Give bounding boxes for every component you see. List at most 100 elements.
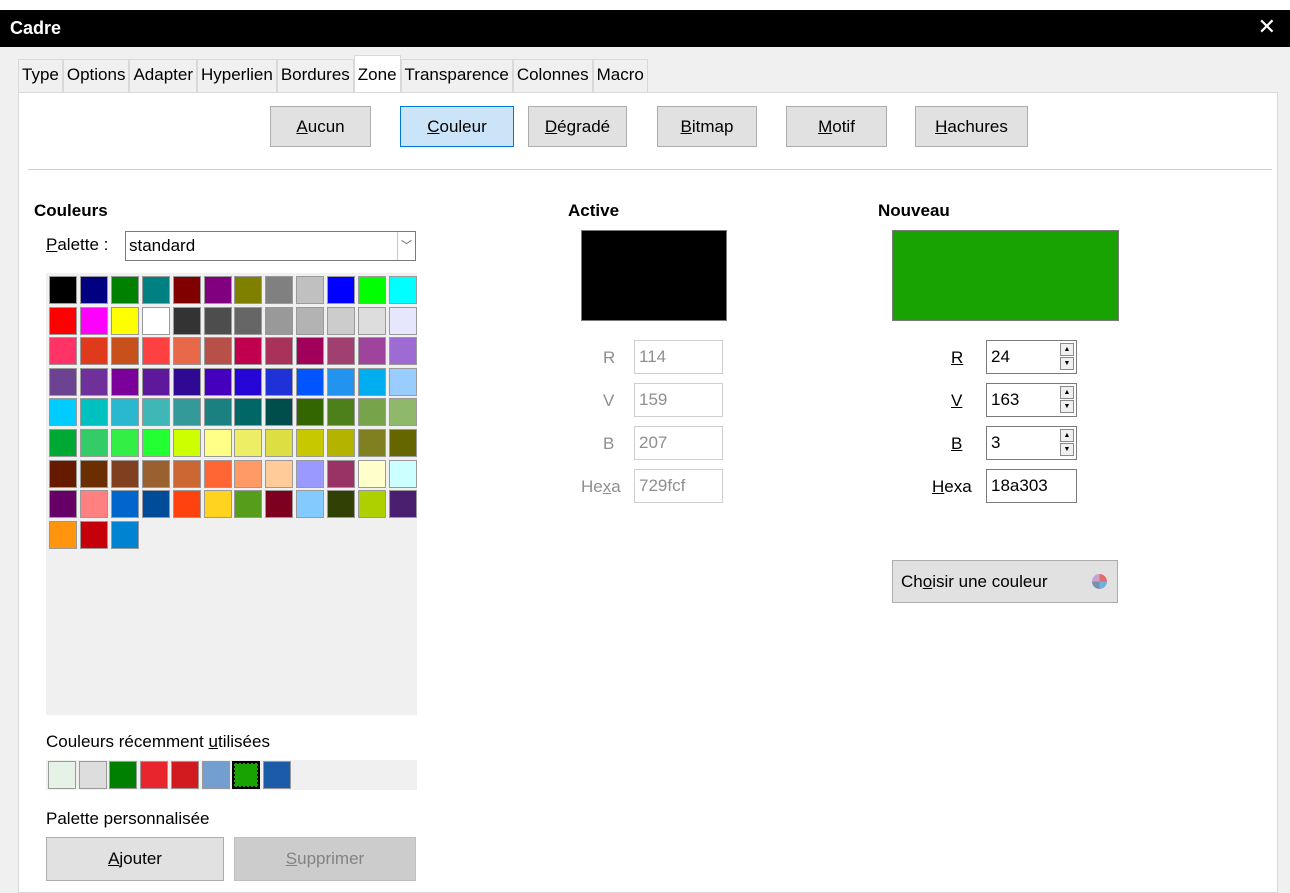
palette-swatch[interactable] bbox=[234, 367, 263, 396]
palette-swatch[interactable] bbox=[172, 398, 201, 427]
recent-swatch[interactable] bbox=[140, 761, 169, 789]
palette-swatch[interactable] bbox=[110, 306, 139, 335]
palette-swatch[interactable] bbox=[79, 398, 108, 427]
spin-down-icon[interactable]: ▼ bbox=[1060, 443, 1074, 456]
hachures-button[interactable]: Hachures bbox=[915, 106, 1028, 147]
recent-swatch[interactable] bbox=[201, 761, 230, 789]
palette-swatch[interactable] bbox=[388, 490, 417, 519]
palette-swatch[interactable] bbox=[388, 337, 417, 366]
palette-swatch[interactable] bbox=[203, 429, 232, 457]
palette-swatch[interactable] bbox=[49, 276, 77, 304]
palette-swatch[interactable] bbox=[110, 520, 139, 549]
palette-select[interactable]: standard ﹀ bbox=[125, 231, 416, 261]
palette-swatch[interactable] bbox=[388, 459, 417, 488]
palette-swatch[interactable] bbox=[265, 306, 294, 335]
spin-up-icon[interactable]: ▲ bbox=[1060, 386, 1074, 399]
palette-swatch[interactable] bbox=[79, 429, 108, 457]
nouveau-v-spinbox[interactable]: 163 ▲ ▼ bbox=[986, 383, 1077, 417]
palette-swatch[interactable] bbox=[110, 337, 139, 366]
palette-swatch[interactable] bbox=[49, 520, 77, 549]
palette-swatch[interactable] bbox=[234, 459, 263, 488]
palette-swatch[interactable] bbox=[79, 367, 108, 396]
palette-swatch[interactable] bbox=[172, 459, 201, 488]
palette-swatch[interactable] bbox=[49, 398, 77, 427]
motif-button[interactable]: Motif bbox=[786, 106, 887, 147]
recent-swatch[interactable] bbox=[48, 761, 76, 789]
palette-swatch[interactable] bbox=[358, 367, 386, 396]
tab-options[interactable]: Options bbox=[62, 59, 130, 92]
palette-swatch[interactable] bbox=[327, 398, 356, 427]
palette-swatch[interactable] bbox=[110, 276, 139, 304]
palette-swatch[interactable] bbox=[110, 429, 139, 457]
palette-swatch[interactable] bbox=[141, 459, 170, 488]
nouveau-hexa-field[interactable]: 18a303 bbox=[986, 469, 1077, 503]
tab-type[interactable]: Type bbox=[18, 59, 63, 92]
palette-swatch[interactable] bbox=[110, 459, 139, 488]
palette-swatch[interactable] bbox=[296, 429, 325, 457]
nouveau-b-spinbox[interactable]: 3 ▲ ▼ bbox=[986, 426, 1077, 460]
bitmap-button[interactable]: Bitmap bbox=[657, 106, 757, 147]
palette-swatch[interactable] bbox=[358, 306, 386, 335]
palette-swatch[interactable] bbox=[265, 459, 294, 488]
tab-bordures[interactable]: Bordures bbox=[276, 59, 354, 92]
palette-swatch[interactable] bbox=[296, 276, 325, 304]
palette-swatch[interactable] bbox=[358, 429, 386, 457]
spin-down-icon[interactable]: ▼ bbox=[1060, 357, 1074, 370]
palette-swatch[interactable] bbox=[234, 337, 263, 366]
palette-swatch[interactable] bbox=[388, 367, 417, 396]
palette-swatch[interactable] bbox=[234, 490, 263, 519]
degrade-button[interactable]: Dégradé bbox=[528, 106, 627, 147]
palette-swatch[interactable] bbox=[327, 276, 356, 304]
palette-swatch[interactable] bbox=[49, 429, 77, 457]
palette-swatch[interactable] bbox=[296, 306, 325, 335]
palette-swatch[interactable] bbox=[172, 429, 201, 457]
palette-swatch[interactable] bbox=[79, 276, 108, 304]
palette-swatch[interactable] bbox=[358, 276, 386, 304]
palette-swatch[interactable] bbox=[296, 490, 325, 519]
palette-swatch[interactable] bbox=[141, 276, 170, 304]
palette-swatch[interactable] bbox=[296, 367, 325, 396]
palette-swatch[interactable] bbox=[49, 306, 77, 335]
palette-swatch[interactable] bbox=[358, 459, 386, 488]
tab-transparence[interactable]: Transparence bbox=[400, 59, 513, 92]
palette-swatch[interactable] bbox=[327, 429, 356, 457]
tab-zone[interactable]: Zone bbox=[353, 55, 401, 92]
palette-swatch[interactable] bbox=[141, 337, 170, 366]
palette-swatch[interactable] bbox=[327, 306, 356, 335]
palette-swatch[interactable] bbox=[265, 398, 294, 427]
palette-swatch[interactable] bbox=[172, 306, 201, 335]
palette-swatch[interactable] bbox=[358, 490, 386, 519]
nouveau-r-spinbox[interactable]: 24 ▲ ▼ bbox=[986, 340, 1077, 374]
tab-hyperlien[interactable]: Hyperlien bbox=[197, 59, 277, 92]
palette-swatch[interactable] bbox=[327, 459, 356, 488]
palette-swatch[interactable] bbox=[141, 367, 170, 396]
palette-swatch[interactable] bbox=[172, 337, 201, 366]
palette-swatch[interactable] bbox=[203, 459, 232, 488]
ajouter-button[interactable]: Ajouter bbox=[46, 837, 224, 881]
palette-swatch[interactable] bbox=[79, 459, 108, 488]
recent-swatch[interactable] bbox=[232, 761, 261, 789]
palette-swatch[interactable] bbox=[79, 337, 108, 366]
palette-swatch[interactable] bbox=[79, 520, 108, 549]
recent-swatch[interactable] bbox=[78, 761, 107, 789]
palette-swatch[interactable] bbox=[358, 337, 386, 366]
palette-swatch[interactable] bbox=[265, 276, 294, 304]
palette-swatch[interactable] bbox=[49, 367, 77, 396]
palette-swatch[interactable] bbox=[141, 398, 170, 427]
spin-down-icon[interactable]: ▼ bbox=[1060, 400, 1074, 413]
spin-up-icon[interactable]: ▲ bbox=[1060, 343, 1074, 356]
palette-swatch[interactable] bbox=[234, 398, 263, 427]
palette-swatch[interactable] bbox=[388, 398, 417, 427]
palette-swatch[interactable] bbox=[172, 490, 201, 519]
palette-swatch[interactable] bbox=[79, 306, 108, 335]
palette-swatch[interactable] bbox=[203, 337, 232, 366]
palette-swatch[interactable] bbox=[141, 490, 170, 519]
palette-swatch[interactable] bbox=[265, 429, 294, 457]
palette-swatch[interactable] bbox=[388, 276, 417, 304]
recent-swatch[interactable] bbox=[109, 761, 138, 789]
palette-swatch[interactable] bbox=[327, 337, 356, 366]
palette-swatch[interactable] bbox=[388, 306, 417, 335]
palette-swatch[interactable] bbox=[203, 276, 232, 304]
palette-swatch[interactable] bbox=[296, 337, 325, 366]
palette-swatch[interactable] bbox=[327, 367, 356, 396]
